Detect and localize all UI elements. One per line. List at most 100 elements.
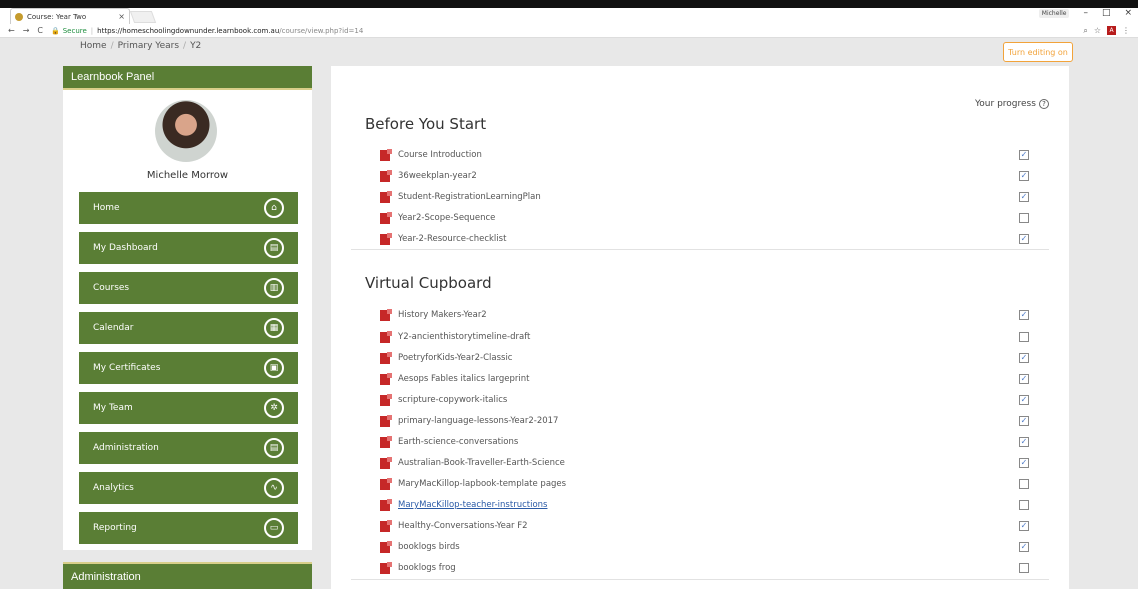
completion-checkbox[interactable] (1019, 563, 1029, 573)
breadcrumb-home[interactable]: Home (80, 41, 107, 51)
activity-item[interactable]: Healthy-Conversations-Year F2 (380, 519, 528, 533)
menu-item-calendar[interactable]: Calendar ▦ (79, 312, 298, 344)
activity-link[interactable]: Aesops Fables italics largeprint (398, 374, 529, 384)
activity-link[interactable]: Healthy-Conversations-Year F2 (398, 521, 528, 531)
menu-item-courses[interactable]: Courses ▥ (79, 272, 298, 304)
activity-link[interactable]: Year2-Scope-Sequence (398, 213, 495, 223)
zoom-icon[interactable]: ⌕ (1083, 26, 1087, 36)
browser-menu-icon[interactable]: ⋮ (1122, 26, 1130, 36)
activity-link[interactable]: booklogs frog (398, 563, 456, 573)
pdf-file-icon (380, 435, 392, 448)
completion-checkbox[interactable]: ✓ (1019, 150, 1029, 160)
activity-item[interactable]: MaryMacKillop-lapbook-template pages (380, 477, 566, 491)
menu-item-my-dashboard[interactable]: My Dashboard ▤ (79, 232, 298, 264)
maximize-icon[interactable]: □ (1102, 8, 1111, 18)
menu-item-reporting[interactable]: Reporting ▭ (79, 512, 298, 544)
activity-link[interactable]: 36weekplan-year2 (398, 171, 477, 181)
activity-item[interactable]: 36weekplan-year2 (380, 169, 477, 183)
tab-close-icon[interactable]: × (118, 12, 125, 21)
activity-link[interactable]: Year-2-Resource-checklist (398, 234, 506, 244)
menu-icon: ▤ (264, 238, 284, 258)
browser-tab[interactable]: Course: Year Two × (10, 8, 130, 24)
pdf-file-icon (380, 477, 392, 490)
completion-checkbox[interactable]: ✓ (1019, 171, 1029, 181)
section-divider (351, 249, 1049, 250)
minimize-icon[interactable]: – (1083, 8, 1088, 18)
activity-link[interactable]: primary-language-lessons-Year2-2017 (398, 416, 558, 426)
breadcrumb-primary-years[interactable]: Primary Years (118, 41, 179, 51)
completion-checkbox[interactable]: ✓ (1019, 437, 1029, 447)
completion-checkbox[interactable]: ✓ (1019, 234, 1029, 244)
activity-item[interactable]: Aesops Fables italics largeprint (380, 372, 529, 386)
activity-item[interactable]: booklogs frog (380, 561, 456, 575)
breadcrumb: Home / Primary Years / Y2 (80, 41, 202, 51)
completion-checkbox[interactable]: ✓ (1019, 395, 1029, 405)
learnbook-panel: Learnbook Panel Michelle Morrow Home ⌂ My … (63, 66, 312, 550)
activity-item[interactable]: History Makers-Year2 (380, 308, 487, 322)
new-tab-button[interactable] (129, 11, 157, 23)
completion-checkbox[interactable] (1019, 500, 1029, 510)
completion-checkbox[interactable]: ✓ (1019, 374, 1029, 384)
menu-icon: ▭ (264, 518, 284, 538)
completion-checkbox[interactable] (1019, 213, 1029, 223)
completion-checkbox[interactable]: ✓ (1019, 542, 1029, 552)
pdf-file-icon (380, 211, 392, 224)
avatar[interactable] (155, 100, 217, 162)
activity-link[interactable]: MaryMacKillop-teacher-instructions (398, 500, 547, 510)
menu-item-my-team[interactable]: My Team ✲ (79, 392, 298, 424)
back-icon[interactable]: ← (8, 26, 15, 35)
menu-item-label: Reporting (93, 523, 137, 533)
activity-item[interactable]: Earth-science-conversations (380, 435, 518, 449)
activity-item[interactable]: scripture-copywork-italics (380, 393, 507, 407)
menu-item-my-certificates[interactable]: My Certificates ▣ (79, 352, 298, 384)
activity-link[interactable]: History Makers-Year2 (398, 310, 487, 320)
activity-link[interactable]: Student-RegistrationLearningPlan (398, 192, 541, 202)
breadcrumb-y2[interactable]: Y2 (190, 41, 201, 51)
menu-item-home[interactable]: Home ⌂ (79, 192, 298, 224)
activity-link[interactable]: Earth-science-conversations (398, 437, 518, 447)
user-name: Michelle Morrow (146, 170, 229, 181)
activity-link[interactable]: Y2-ancienthistorytimeline-draft (398, 332, 530, 342)
completion-checkbox[interactable] (1019, 332, 1029, 342)
forward-icon[interactable]: → (23, 26, 30, 35)
activity-item[interactable]: PoetryforKids-Year2-Classic (380, 351, 512, 365)
activity-item[interactable]: MaryMacKillop-teacher-instructions (380, 498, 547, 512)
activity-item[interactable]: primary-language-lessons-Year2-2017 (380, 414, 558, 428)
activity-link[interactable]: PoetryforKids-Year2-Classic (398, 353, 512, 363)
activity-link[interactable]: Course Introduction (398, 150, 482, 160)
activity-item[interactable]: Y2-ancienthistorytimeline-draft (380, 330, 530, 344)
completion-checkbox[interactable]: ✓ (1019, 416, 1029, 426)
url-input[interactable]: 🔒 Secure | https://homeschoolingdownunde… (51, 25, 1078, 36)
completion-checkbox[interactable]: ✓ (1019, 192, 1029, 202)
activity-item[interactable]: Year-2-Resource-checklist (380, 232, 506, 246)
pdf-file-icon (380, 308, 392, 321)
activity-link[interactable]: booklogs birds (398, 542, 460, 552)
activity-item[interactable]: Student-RegistrationLearningPlan (380, 190, 541, 204)
reload-icon[interactable]: C (37, 26, 43, 35)
activity-item[interactable]: booklogs birds (380, 540, 460, 554)
help-icon[interactable]: ? (1038, 99, 1049, 109)
profile-button[interactable]: Michelle (1038, 8, 1070, 18)
completion-checkbox[interactable]: ✓ (1019, 310, 1029, 320)
completion-checkbox[interactable]: ✓ (1019, 458, 1029, 468)
menu-item-label: Analytics (93, 483, 134, 493)
activity-item[interactable]: Course Introduction (380, 148, 482, 162)
menu-item-label: Home (93, 203, 120, 213)
completion-checkbox[interactable]: ✓ (1019, 353, 1029, 363)
address-bar: ← → C 🔒 Secure | https://homeschoolingdo… (0, 24, 1138, 38)
menu-item-analytics[interactable]: Analytics ∿ (79, 472, 298, 504)
activity-link[interactable]: Australian-Book-Traveller-Earth-Science (398, 458, 565, 468)
turn-editing-on-button[interactable]: Turn editing on (1003, 42, 1073, 62)
activity-item[interactable]: Year2-Scope-Sequence (380, 211, 495, 225)
menu-icon: ▦ (264, 318, 284, 338)
bookmark-star-icon[interactable]: ☆ (1094, 26, 1101, 36)
menu-icon: ✲ (264, 398, 284, 418)
activity-link[interactable]: MaryMacKillop-lapbook-template pages (398, 479, 566, 489)
completion-checkbox[interactable] (1019, 479, 1029, 489)
window-close-icon[interactable]: × (1124, 8, 1132, 18)
pdf-extension-icon[interactable]: A (1107, 25, 1116, 35)
menu-item-administration[interactable]: Administration ▤ (79, 432, 298, 464)
activity-item[interactable]: Australian-Book-Traveller-Earth-Science (380, 456, 565, 470)
completion-checkbox[interactable]: ✓ (1019, 521, 1029, 531)
activity-link[interactable]: scripture-copywork-italics (398, 395, 507, 405)
